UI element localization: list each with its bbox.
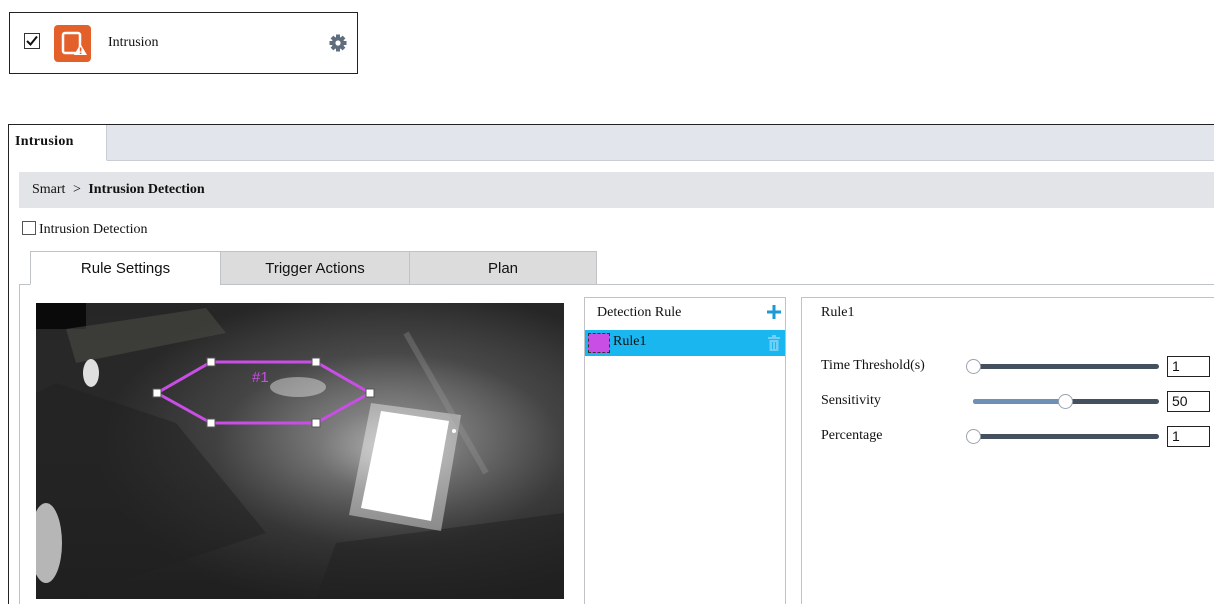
gear-icon[interactable]	[328, 33, 348, 53]
tab-intrusion[interactable]: Intrusion	[9, 125, 107, 161]
subtab-bar: Rule Settings Trigger Actions Plan	[19, 251, 1214, 285]
percentage-label: Percentage	[821, 428, 883, 443]
trash-icon[interactable]	[767, 335, 781, 351]
intrusion-app-icon[interactable]	[54, 25, 91, 62]
time-threshold-slider-thumb[interactable]	[966, 359, 981, 374]
time-threshold-input[interactable]: 1	[1167, 356, 1210, 377]
percentage-slider[interactable]	[966, 429, 1159, 444]
sensitivity-slider[interactable]	[973, 394, 1159, 409]
breadcrumb-current: Intrusion Detection	[88, 182, 205, 197]
tab-plan[interactable]: Plan	[409, 251, 597, 285]
percentage-slider-thumb[interactable]	[966, 429, 981, 444]
intrusion-detection-label: Intrusion Detection	[39, 222, 148, 237]
intrusion-zone-label: #1	[252, 369, 269, 386]
sensitivity-slider-fill	[973, 399, 1066, 404]
breadcrumb: Smart > Intrusion Detection	[19, 172, 1214, 208]
intrusion-card-label: Intrusion	[108, 35, 159, 50]
intrusion-card-checkbox[interactable]	[24, 33, 40, 49]
tab-rule-settings[interactable]: Rule Settings	[30, 251, 221, 285]
detection-rule-list: Detection Rule Rule1	[584, 297, 786, 604]
time-threshold-slider[interactable]	[966, 359, 1159, 374]
sensitivity-row: Sensitivity 50	[821, 391, 1214, 415]
rule-properties: Rule1 Time Threshold(s) 1 Sensitivity 50…	[801, 297, 1214, 604]
percentage-row: Percentage 1	[821, 426, 1214, 450]
sensitivity-slider-thumb[interactable]	[1058, 394, 1074, 409]
sensitivity-input[interactable]: 50	[1167, 391, 1210, 412]
detection-rule-header: Detection Rule	[597, 305, 682, 320]
breadcrumb-separator: >	[72, 182, 81, 197]
sensitivity-label: Sensitivity	[821, 393, 881, 408]
intrusion-panel: Intrusion Smart > Intrusion Detection In…	[8, 124, 1214, 604]
live-video-preview[interactable]: #1	[36, 303, 564, 599]
plus-icon[interactable]	[766, 304, 782, 320]
rule-color-swatch[interactable]	[588, 333, 610, 353]
time-threshold-label: Time Threshold(s)	[821, 358, 925, 373]
time-threshold-row: Time Threshold(s) 1	[821, 356, 1214, 380]
tab-trigger-actions[interactable]: Trigger Actions	[220, 251, 410, 285]
rule-properties-title: Rule1	[821, 305, 855, 320]
rule-list-item[interactable]: Rule1	[585, 330, 785, 356]
rule-settings-content: #1 Detection Rule Rule1 Rule1 Time Thres…	[19, 285, 1214, 604]
intrusion-card: Intrusion	[9, 12, 358, 74]
intrusion-detection-checkbox[interactable]	[22, 221, 36, 235]
window-tabstrip: Intrusion	[9, 125, 1214, 161]
percentage-input[interactable]: 1	[1167, 426, 1210, 447]
breadcrumb-root[interactable]: Smart	[32, 182, 65, 197]
rule-name: Rule1	[613, 334, 647, 349]
intrusion-detection-toggle[interactable]: Intrusion Detection	[22, 221, 147, 238]
